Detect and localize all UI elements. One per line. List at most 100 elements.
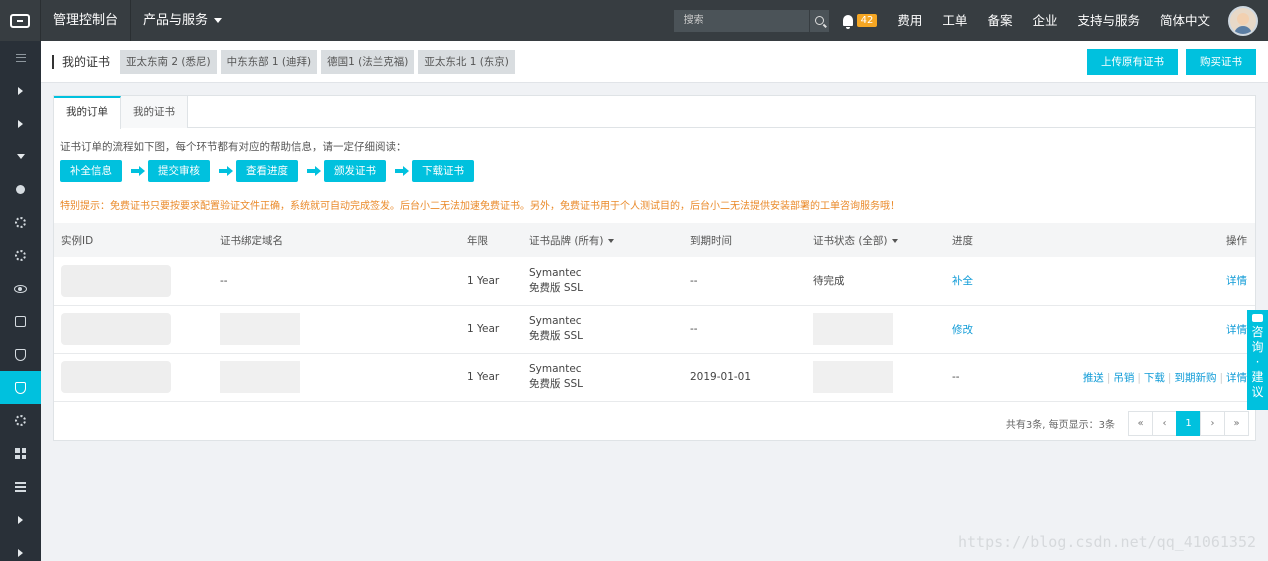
page-last-button[interactable]: » bbox=[1224, 410, 1249, 436]
divider: | bbox=[1106, 371, 1111, 384]
buy-certificate-button[interactable]: 购买证书 bbox=[1186, 48, 1256, 75]
sidebar-group-5[interactable] bbox=[0, 536, 41, 561]
col-brand-filter[interactable]: 证书品牌 (所有) bbox=[529, 223, 690, 257]
page-first-button[interactable]: « bbox=[1128, 410, 1153, 436]
float-char: · bbox=[1255, 355, 1260, 369]
page-next-button[interactable]: › bbox=[1200, 410, 1225, 436]
years-cell: 1 Year bbox=[467, 305, 529, 354]
col-years: 年限 bbox=[467, 223, 529, 257]
expire-cell: -- bbox=[690, 257, 813, 306]
search-input[interactable] bbox=[673, 9, 809, 32]
chat-icon bbox=[1252, 314, 1263, 322]
region-tab-dubai[interactable]: 中东东部 1 (迪拜) bbox=[220, 49, 318, 74]
gear-icon bbox=[15, 250, 26, 261]
expire-cell: -- bbox=[690, 305, 813, 354]
sidebar-toggle[interactable] bbox=[0, 41, 41, 74]
nav-ticket[interactable]: 工单 bbox=[932, 0, 977, 41]
orders-panel: 我的订单 我的证书 证书订单的流程如下图，每个环节都有对应的帮助信息，请一定仔细… bbox=[53, 95, 1256, 441]
details-link[interactable]: 详情 bbox=[1226, 372, 1247, 384]
expire-cell: 2019-01-01 bbox=[690, 353, 813, 402]
redacted-area bbox=[813, 361, 893, 393]
renew-link[interactable]: 到期新购 bbox=[1174, 372, 1216, 384]
download-link[interactable]: 下载 bbox=[1144, 372, 1165, 384]
progress-cell: 修改 bbox=[952, 305, 1072, 354]
tab-my-orders[interactable]: 我的订单 bbox=[54, 96, 121, 129]
details-link[interactable]: 详情 bbox=[1226, 324, 1247, 336]
sidebar-item-2[interactable] bbox=[0, 206, 41, 239]
sidebar-group-3[interactable] bbox=[0, 140, 41, 173]
col-status-filter[interactable]: 证书状态 (全部) bbox=[813, 223, 952, 257]
notifications-button[interactable]: 42 bbox=[842, 14, 878, 29]
progress-cell: -- bbox=[952, 353, 1072, 402]
eye-icon bbox=[14, 284, 27, 293]
float-char: 建 bbox=[1251, 370, 1264, 384]
nav-billing[interactable]: 费用 bbox=[887, 0, 932, 41]
topbar: 管理控制台 产品与服务 42 费用 工单 备案 企业 支持与服务 简体中文 bbox=[0, 0, 1268, 41]
sidebar-item-9[interactable] bbox=[0, 437, 41, 470]
page-header: 我的证书 亚太东南 2 (悉尼) 中东东部 1 (迪拜) 德国1 (法兰克福) … bbox=[41, 41, 1268, 83]
chevron-right-icon bbox=[18, 515, 23, 524]
brand-name: Symantec bbox=[529, 363, 582, 375]
sidebar-item-certificates[interactable] bbox=[0, 371, 41, 404]
push-link[interactable]: 推送 bbox=[1083, 372, 1104, 384]
redacted-area bbox=[61, 313, 171, 345]
special-tip: 特别提示：免费证书只要按要求配置验证文件正确，系统就可自动完成签发。后台小二无法… bbox=[60, 201, 900, 212]
region-tab-frankfurt[interactable]: 德国1 (法兰克福) bbox=[321, 49, 415, 74]
consult-suggest-button[interactable]: 咨 询 · 建 议 bbox=[1247, 310, 1268, 410]
complete-link[interactable]: 补全 bbox=[952, 275, 973, 287]
arrow-right-icon bbox=[386, 166, 412, 176]
sidebar-group-4[interactable] bbox=[0, 503, 41, 536]
step-download-certificate[interactable]: 下载证书 bbox=[412, 160, 474, 182]
nav-language[interactable]: 简体中文 bbox=[1150, 0, 1220, 41]
search-box bbox=[673, 9, 829, 32]
step-submit-review[interactable]: 提交审核 bbox=[148, 160, 210, 182]
avatar[interactable] bbox=[1228, 5, 1258, 36]
col-instance-id: 实例ID bbox=[54, 223, 220, 257]
redacted-area bbox=[220, 361, 300, 393]
sidebar-group-1[interactable] bbox=[0, 74, 41, 107]
menu-icon bbox=[15, 53, 26, 62]
status-cell bbox=[813, 353, 952, 402]
target-icon bbox=[15, 415, 26, 426]
step-complete-info[interactable]: 补全信息 bbox=[60, 160, 122, 182]
sidebar bbox=[0, 41, 41, 561]
chevron-down-icon bbox=[16, 154, 25, 159]
sidebar-item-10[interactable] bbox=[0, 470, 41, 503]
col-progress: 进度 bbox=[952, 223, 1072, 257]
redacted-area bbox=[61, 264, 171, 297]
page-prev-button[interactable]: ‹ bbox=[1152, 410, 1177, 436]
arrow-right-icon bbox=[210, 166, 236, 176]
sidebar-item-8[interactable] bbox=[0, 404, 41, 437]
aliyun-logo-icon[interactable] bbox=[0, 0, 41, 41]
tab-my-certificates[interactable]: 我的证书 bbox=[121, 96, 188, 128]
stack-icon bbox=[15, 481, 26, 492]
console-home-link[interactable]: 管理控制台 bbox=[41, 0, 132, 41]
upload-certificate-button[interactable]: 上传原有证书 bbox=[1087, 48, 1178, 75]
nav-icp[interactable]: 备案 bbox=[977, 0, 1022, 41]
sidebar-item-4[interactable] bbox=[0, 272, 41, 305]
sidebar-item-3[interactable] bbox=[0, 239, 41, 272]
sidebar-item-5[interactable] bbox=[0, 305, 41, 338]
page-current-button[interactable]: 1 bbox=[1176, 410, 1201, 436]
region-tab-tokyo[interactable]: 亚太东北 1 (东京) bbox=[418, 49, 515, 74]
sidebar-item-1[interactable] bbox=[0, 173, 41, 206]
virus-icon bbox=[15, 217, 26, 228]
sidebar-item-6[interactable] bbox=[0, 338, 41, 371]
products-menu[interactable]: 产品与服务 bbox=[131, 0, 234, 41]
step-view-progress[interactable]: 查看进度 bbox=[236, 160, 298, 182]
sidebar-group-2[interactable] bbox=[0, 107, 41, 140]
nav-enterprise[interactable]: 企业 bbox=[1022, 0, 1067, 41]
domain-cell: -- bbox=[220, 257, 467, 306]
pager-info: 共有3条, 每页显示：3条 bbox=[1005, 419, 1115, 431]
table-row: -- 1 Year Symantec 免费版 SSL -- 待完成 补全 详情 bbox=[54, 257, 1255, 306]
divider: | bbox=[1137, 371, 1141, 384]
grid-icon bbox=[15, 448, 26, 459]
step-issue-certificate[interactable]: 颁发证书 bbox=[324, 160, 386, 182]
search-button[interactable] bbox=[808, 9, 829, 32]
col-status-label: 证书状态 (全部) bbox=[813, 234, 888, 247]
modify-link[interactable]: 修改 bbox=[952, 324, 973, 336]
details-link[interactable]: 详情 bbox=[1226, 275, 1247, 287]
nav-support[interactable]: 支持与服务 bbox=[1067, 0, 1150, 41]
region-tab-sydney[interactable]: 亚太东南 2 (悉尼) bbox=[120, 49, 217, 74]
revoke-link[interactable]: 吊销 bbox=[1113, 372, 1134, 384]
